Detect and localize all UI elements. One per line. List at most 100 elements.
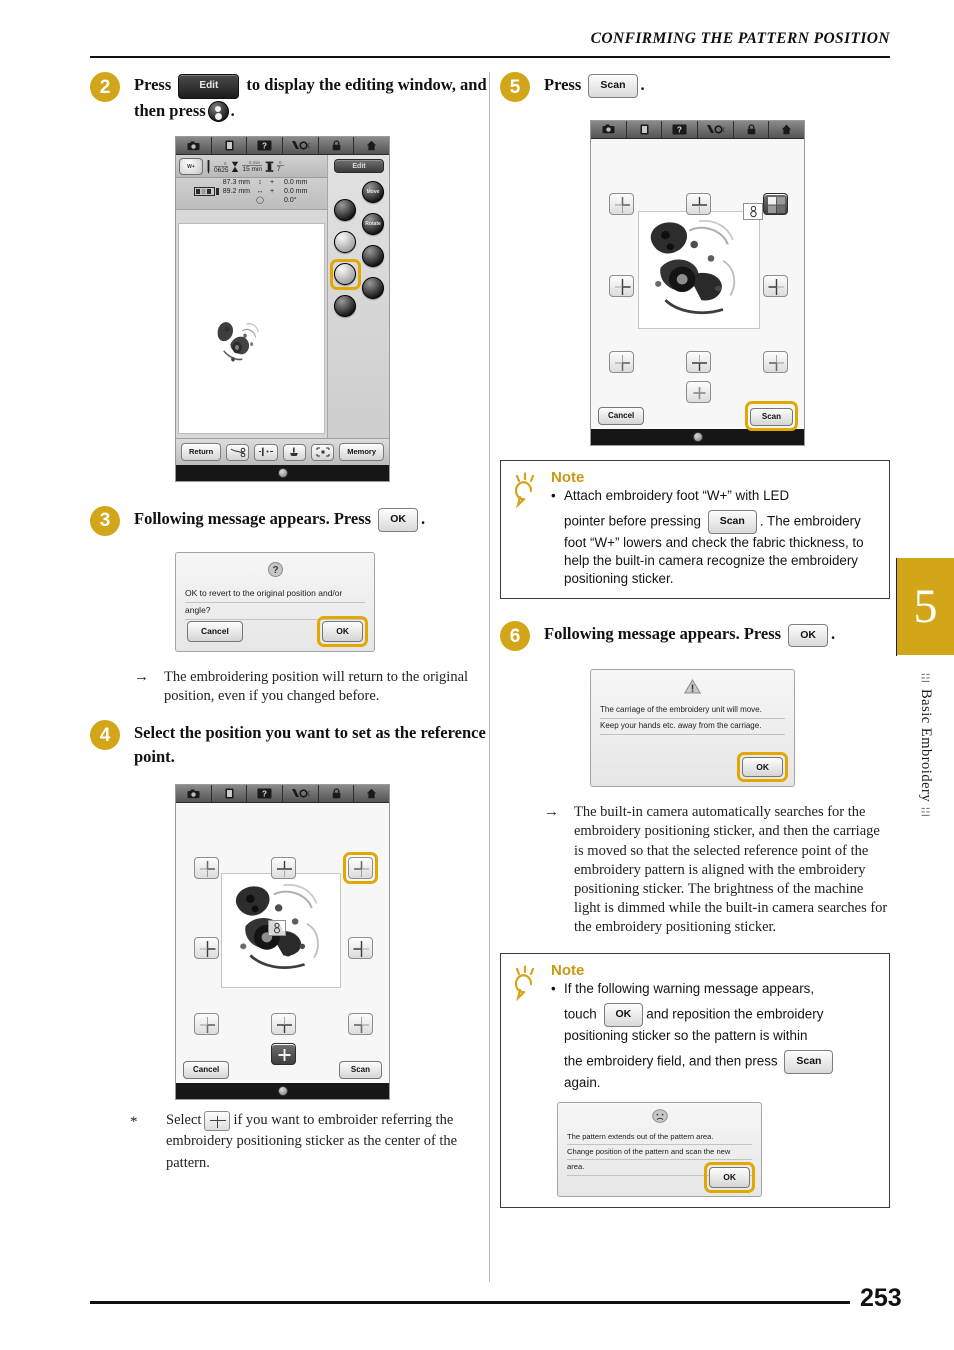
step-2-text: Press Edit to display the editing window…	[134, 72, 490, 123]
step-3-text-a: Following message appears. Press	[134, 508, 372, 528]
tab-page[interactable]	[211, 137, 248, 155]
extends-line-1: The pattern extends out of the pattern a…	[567, 1130, 752, 1146]
tab-needle-mode[interactable]: 0	[283, 785, 319, 802]
edit-button-chip[interactable]: Edit	[178, 73, 240, 99]
scan-button-chip-note2[interactable]: Scan	[784, 1050, 834, 1074]
ok-button-chip-step6[interactable]: OK	[788, 623, 828, 648]
ref-pos-top-left[interactable]	[194, 857, 219, 879]
scan-button[interactable]: Scan	[338, 1061, 382, 1079]
step-4-text: Select the position you want to set as t…	[134, 723, 486, 766]
presser-foot-icon[interactable]	[282, 443, 306, 461]
tab-page[interactable]	[626, 120, 663, 138]
page-number: 253	[860, 1284, 902, 1312]
left-column: 2 Press Edit to display the editing wind…	[90, 72, 490, 1174]
tab-needle-mode[interactable]: 0	[283, 137, 319, 155]
cancel-button[interactable]: Cancel	[183, 1061, 230, 1079]
ok-button-chip-step3[interactable]: OK	[378, 508, 418, 532]
footnote-text-a: Select	[166, 1112, 202, 1128]
ref-pos-bottom-left[interactable]	[609, 350, 634, 373]
note-2-part-c: and reposition the embroidery positionin…	[564, 1006, 824, 1043]
ref-pos-bottom-center[interactable]	[686, 350, 711, 373]
color-button[interactable]	[362, 277, 384, 300]
tab-lock[interactable]	[733, 120, 770, 138]
sad-face-icon	[558, 1103, 761, 1128]
reference-point-frame-right: ? 0 Cancel Scan	[590, 119, 805, 446]
ref-pos-bottom-left[interactable]	[194, 1013, 219, 1035]
cancel-button[interactable]: Cancel	[187, 621, 243, 642]
thread-cut-icon[interactable]	[226, 443, 250, 461]
step-6-text-a: Following message appears. Press	[544, 624, 782, 644]
note-1-bullet: • Attach embroidery foot “W+” with LED p…	[551, 487, 879, 588]
spool-counter: 0 7	[265, 160, 284, 173]
machine-tab-bar-2: ? 0	[176, 785, 390, 803]
ref-pos-top-center[interactable]	[271, 857, 296, 879]
scan-button-chip-step5[interactable]: Scan	[588, 74, 638, 98]
pattern-canvas[interactable]	[178, 223, 325, 435]
pen-button[interactable]	[334, 295, 356, 318]
tab-home[interactable]	[769, 120, 805, 138]
border-button[interactable]	[362, 245, 384, 268]
revert-dialog-message: OK to revert to the original position an…	[176, 582, 374, 620]
ref-pos-middle-left[interactable]	[194, 937, 219, 959]
reference-point-area-right: Cancel Scan	[591, 138, 804, 431]
tab-needle-mode[interactable]: 0	[698, 120, 734, 138]
stitch-counter: 0 0625	[206, 159, 229, 174]
page-header: CONFIRMING THE PATTERN POSITION	[90, 30, 890, 70]
ref-pos-center-plus[interactable]	[686, 380, 711, 403]
svg-text:0: 0	[723, 128, 725, 134]
editing-screen-screenshot: ? 0 W+ 0 0625 0 min 15 min 0 7 87.3 mm ↕…	[175, 136, 390, 482]
needle-mode-icon[interactable]	[254, 443, 278, 461]
revert-dialog-actions: Cancel OK	[176, 616, 374, 647]
ref-pos-top-left[interactable]	[609, 192, 634, 215]
ok-button-chip-note2[interactable]: OK	[603, 1003, 644, 1027]
svg-text:0: 0	[308, 145, 310, 151]
machine-footer-bezel-2	[176, 1083, 389, 1099]
tab-lock[interactable]	[318, 785, 355, 802]
ref-pos-top-right[interactable]	[763, 192, 788, 215]
tab-help[interactable]: ?	[662, 120, 699, 138]
tab-help[interactable]: ?	[247, 137, 284, 155]
ref-pos-middle-right[interactable]	[763, 274, 788, 297]
header-divider-rule	[90, 56, 890, 58]
size-button[interactable]	[334, 199, 356, 222]
tab-lock[interactable]	[318, 137, 355, 155]
step-2-text-c: .	[230, 100, 235, 120]
edit-side-panel: Edit Move Rotate	[327, 155, 389, 439]
running-head-title: CONFIRMING THE PATTERN POSITION	[590, 30, 890, 47]
ref-pos-middle-right[interactable]	[348, 937, 373, 959]
tab-help[interactable]: ?	[247, 785, 284, 802]
ref-pos-bottom-center[interactable]	[271, 1013, 296, 1035]
scan-button-chip-note1[interactable]: Scan	[707, 510, 757, 534]
memory-button[interactable]: Memory	[339, 443, 384, 461]
move-button[interactable]: Move	[362, 181, 384, 204]
cancel-button[interactable]: Cancel	[598, 406, 645, 425]
ref-pos-bottom-right[interactable]	[763, 350, 788, 373]
reference-point-screenshot-left: ? 0 Cancel Scan	[175, 784, 390, 1100]
tab-camera[interactable]	[176, 137, 212, 155]
step-3-text-b: .	[420, 508, 426, 528]
step-4-number: 4	[90, 720, 120, 751]
center-plus-chip[interactable]	[204, 1110, 231, 1131]
footer-divider-rule	[90, 1301, 850, 1304]
tab-camera[interactable]	[176, 785, 212, 802]
tab-camera[interactable]	[591, 120, 627, 138]
tab-home[interactable]	[354, 137, 390, 155]
speed-dial-icon	[277, 467, 288, 478]
note-2-part-d: the embroidery field, and then press	[564, 1053, 778, 1069]
sticker-position-icon[interactable]	[207, 101, 229, 123]
svg-text:?: ?	[262, 789, 267, 798]
ref-pos-bottom-right[interactable]	[348, 1013, 373, 1035]
tab-page[interactable]	[211, 785, 248, 802]
step-3-result-text: The embroidering position will return to…	[164, 668, 469, 705]
trial-frame-icon[interactable]	[310, 443, 335, 461]
chapter-label-wrap: ☳ Basic Embroidery ☳	[897, 672, 954, 882]
return-button[interactable]: Return	[181, 443, 222, 461]
note-2-body: Note • If the following warning message …	[551, 962, 879, 1197]
right-column: 5 Press Scan. ? 0 Cancel Scan Note • Att…	[500, 72, 890, 1208]
tab-home[interactable]	[354, 785, 390, 802]
rotate-button[interactable]: Rotate	[362, 213, 384, 236]
ref-pos-top-center[interactable]	[686, 192, 711, 215]
camera-button[interactable]	[334, 231, 356, 254]
carriage-line-1: The carriage of the embroidery unit will…	[600, 703, 785, 720]
ref-pos-middle-left[interactable]	[609, 274, 634, 297]
